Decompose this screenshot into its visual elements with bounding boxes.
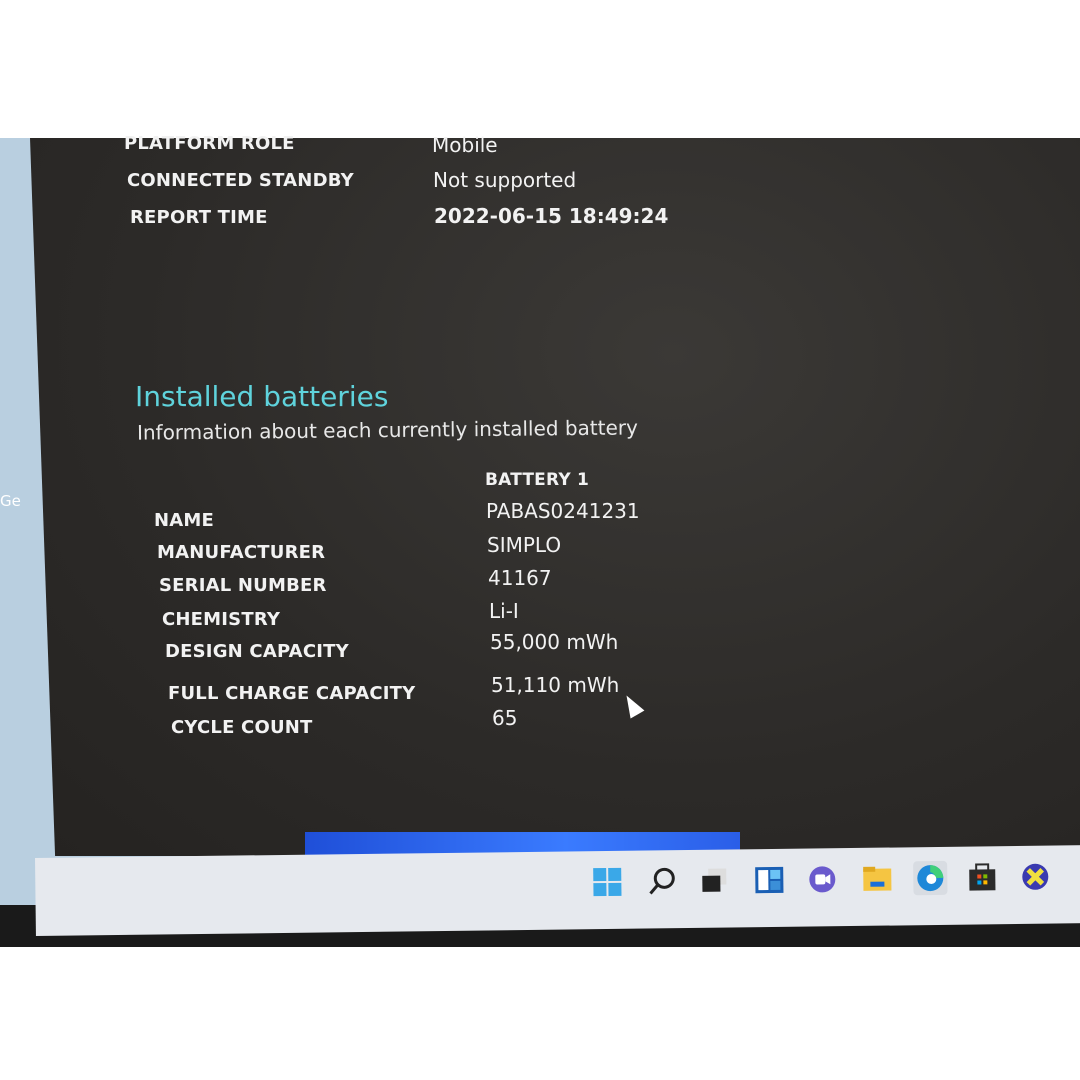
report-time-value: 2022-06-15 18:49:24 — [434, 204, 669, 228]
name-label: NAME — [154, 510, 215, 531]
widgets-icon[interactable] — [752, 863, 786, 897]
store-icon[interactable] — [965, 860, 999, 894]
file-explorer-icon[interactable] — [860, 862, 894, 896]
chat-icon[interactable] — [805, 862, 839, 896]
battery-column-header: BATTERY 1 — [485, 470, 590, 490]
battery-report-window — [30, 138, 1080, 856]
report-time-label: REPORT TIME — [130, 207, 268, 228]
cycle-count-value: 65 — [492, 706, 518, 730]
start-icon[interactable] — [590, 865, 624, 899]
platform-role-label: PLATFORM ROLE — [124, 133, 295, 154]
connected-standby-label: CONNECTED STANDBY — [127, 170, 354, 191]
cycle-count-label: CYCLE COUNT — [171, 717, 313, 738]
connected-standby-value: Not supported — [433, 168, 577, 192]
design-capacity-label: DESIGN CAPACITY — [165, 641, 349, 662]
app-x-icon[interactable] — [1018, 860, 1052, 894]
manufacturer-value: SIMPLO — [487, 533, 562, 557]
background-window-text: Ge — [0, 492, 21, 510]
taskbar — [35, 845, 1080, 936]
manufacturer-label: MANUFACTURER — [157, 542, 326, 563]
task-view-icon[interactable] — [697, 863, 731, 897]
edge-icon[interactable] — [913, 860, 948, 896]
chemistry-value: Li-I — [489, 599, 519, 623]
serial-number-label: SERIAL NUMBER — [159, 575, 327, 596]
serial-number-value: 41167 — [488, 566, 552, 590]
section-title: Installed batteries — [135, 380, 389, 413]
search-icon[interactable] — [645, 864, 679, 898]
full-charge-capacity-value: 51,110 mWh — [491, 673, 620, 697]
chemistry-label: CHEMISTRY — [162, 609, 281, 630]
full-charge-capacity-label: FULL CHARGE CAPACITY — [168, 683, 416, 704]
name-value: PABAS0241231 — [486, 499, 640, 523]
design-capacity-value: 55,000 mWh — [490, 630, 619, 654]
platform-role-value: Mobile — [432, 133, 498, 157]
